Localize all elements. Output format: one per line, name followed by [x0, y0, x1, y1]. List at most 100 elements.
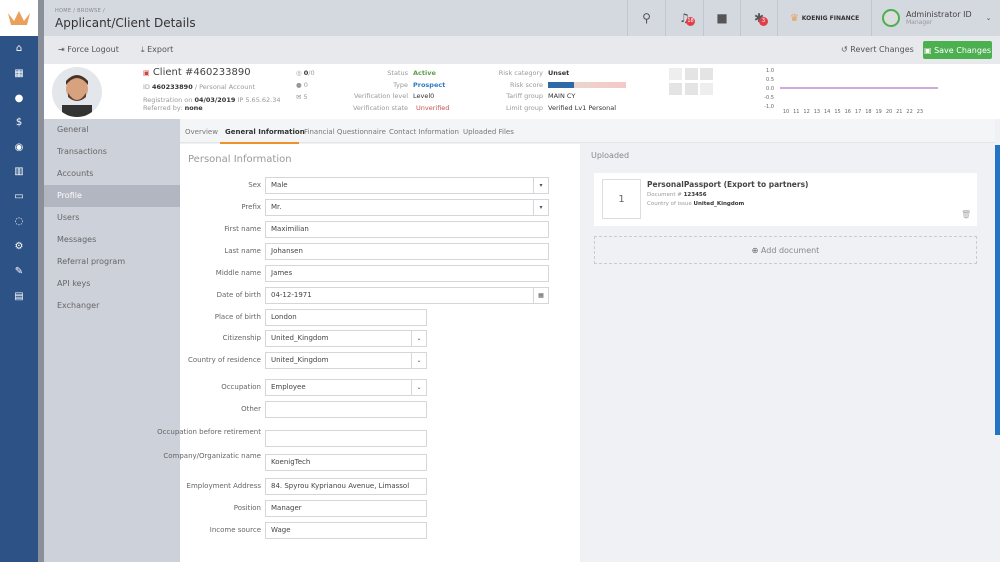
- save-changes-button[interactable]: ▣ Save Changes: [923, 41, 992, 59]
- tab-uploaded-files[interactable]: Uploaded Files: [463, 128, 514, 136]
- other-input[interactable]: [265, 401, 427, 418]
- field-value: United_Kingdom: [271, 334, 329, 342]
- chat-icon[interactable]: ◌: [0, 216, 38, 227]
- video-button[interactable]: ■: [703, 0, 740, 36]
- logo[interactable]: [0, 0, 38, 36]
- chevron-down-icon[interactable]: ▾: [533, 178, 548, 193]
- position-input[interactable]: Manager: [265, 500, 427, 517]
- sex-select[interactable]: Male ▾: [265, 177, 549, 194]
- notifications-badge: 18: [686, 17, 695, 26]
- x-tick-label: 21: [896, 109, 902, 115]
- type-label: Type: [393, 81, 408, 89]
- export-button[interactable]: ⤓ Export: [141, 45, 173, 55]
- country-of-residence-select[interactable]: United_Kingdom ⌄: [265, 352, 427, 369]
- chevron-down-icon[interactable]: ▾: [533, 200, 548, 215]
- field-value: Johansen: [271, 247, 303, 255]
- occupation-select[interactable]: Employee ⌄: [265, 379, 427, 396]
- notifications-button[interactable]: ♫ 18: [665, 0, 703, 36]
- field-value: Employee: [271, 383, 306, 391]
- field-value: Manager: [271, 504, 302, 512]
- search-button[interactable]: ⚲: [627, 0, 665, 36]
- country-of-residence-label: Country of residence: [188, 356, 261, 364]
- tab-general-information[interactable]: General Information: [225, 128, 305, 136]
- calendar-icon[interactable]: ▦: [533, 288, 548, 303]
- limit-label: Limit group: [505, 104, 543, 112]
- y-tick-label: 0.5: [766, 77, 774, 83]
- document-thumbnail[interactable]: 1: [602, 179, 641, 219]
- sidebar-item-general[interactable]: General: [44, 119, 180, 141]
- chevron-down-icon: ⌄: [985, 14, 992, 22]
- breadcrumb[interactable]: HOME / BROWSE /: [55, 8, 105, 14]
- date-of-birth-input[interactable]: 04-12-1971 ▦: [265, 287, 549, 304]
- link-icon[interactable]: [685, 68, 698, 80]
- card-icon[interactable]: ▭: [0, 191, 38, 202]
- tab-financial-questionnaire[interactable]: Financial Questionnaire: [304, 128, 386, 136]
- employment-address-label: Employment Address: [186, 482, 261, 490]
- risk-score-label: Risk score: [509, 81, 543, 89]
- verification-level-value: Level0: [413, 92, 435, 100]
- x-tick-label: 20: [886, 109, 892, 115]
- calculator-icon[interactable]: ▦: [0, 68, 38, 79]
- citizenship-select[interactable]: United_Kingdom ⌄: [265, 330, 427, 347]
- chevron-down-icon[interactable]: ⌄: [411, 380, 426, 395]
- trash-icon[interactable]: 🗑: [961, 210, 971, 219]
- force-logout-button[interactable]: ⇥ Force Logout: [58, 45, 119, 54]
- occupation-before-retirement-input[interactable]: [265, 430, 427, 447]
- risk-category-value: Unset: [548, 69, 570, 77]
- eye-icon[interactable]: ◉: [0, 142, 38, 153]
- field-value: United_Kingdom: [271, 356, 329, 364]
- sex-label: Sex: [248, 181, 261, 189]
- bank-icon[interactable]: [685, 83, 698, 95]
- x-tick-label: 23: [917, 109, 923, 115]
- page-title: Applicant/Client Details: [55, 16, 196, 30]
- cart-icon[interactable]: [700, 68, 713, 80]
- alerts-button[interactable]: ✱3: [740, 0, 777, 36]
- income-source-label: Income source: [209, 526, 261, 534]
- prefix-select[interactable]: Mr. ▾: [265, 199, 549, 216]
- place-of-birth-input[interactable]: London: [265, 309, 427, 326]
- verification-state-label: Verification state: [352, 104, 408, 112]
- user-menu[interactable]: Administrator ID Manager ⌄: [871, 0, 1000, 36]
- client-avatar: [52, 67, 102, 117]
- document-icon[interactable]: [700, 83, 713, 95]
- client-id: ID 460233890 / Personal Account: [143, 83, 256, 91]
- add-document-button[interactable]: ⊕ Add document: [594, 236, 977, 264]
- id-card-icon[interactable]: [669, 68, 682, 80]
- chevron-down-icon[interactable]: ⌄: [411, 331, 426, 346]
- chevron-down-icon[interactable]: ⌄: [411, 353, 426, 368]
- gear-icon[interactable]: [669, 83, 682, 95]
- keyboard-icon[interactable]: ▤: [0, 291, 38, 302]
- company-organizatic-name-label: Company/Organizatic name: [163, 452, 261, 460]
- stat-messages: ✉ 5: [296, 93, 308, 101]
- wrench-icon[interactable]: ✎: [0, 266, 38, 277]
- chart-icon[interactable]: ▥: [0, 166, 38, 177]
- search-icon: ⚲: [642, 11, 651, 25]
- revert-changes-button[interactable]: ↺ Revert Changes: [841, 45, 914, 54]
- x-tick-label: 17: [855, 109, 861, 115]
- middle-name-input[interactable]: James: [265, 265, 549, 282]
- company-organizatic-name-input[interactable]: KoenigTech: [265, 454, 427, 471]
- first-name-label: First name: [224, 225, 261, 233]
- document-number: Document # 123456: [647, 192, 707, 198]
- scrollbar[interactable]: [995, 145, 1000, 435]
- tab-contact-information[interactable]: Contact Information: [389, 128, 459, 136]
- field-value: 84. Spyrou Kyprianou Avenue, Limassol: [271, 482, 410, 490]
- income-source-input[interactable]: Wage: [265, 522, 427, 539]
- dollar-icon[interactable]: $: [0, 117, 38, 128]
- cogs-icon[interactable]: ⚙: [0, 241, 38, 252]
- home-icon[interactable]: ⌂: [0, 43, 38, 54]
- tab-overview[interactable]: Overview: [185, 128, 218, 136]
- limit-value: Verified Lv1 Personal: [548, 104, 617, 112]
- field-value: Wage: [271, 526, 291, 534]
- user-icon[interactable]: ●: [0, 93, 38, 104]
- brand-logo: ♛ KOENIG FINANCE: [777, 0, 871, 36]
- y-tick-label: -0.5: [764, 95, 774, 101]
- user-role: Manager: [906, 19, 933, 26]
- risk-score-bar: [548, 82, 626, 88]
- first-name-input[interactable]: Maximilian: [265, 221, 549, 238]
- last-name-input[interactable]: Johansen: [265, 243, 549, 260]
- sidebar-item-transactions[interactable]: Transactions: [44, 141, 180, 163]
- risk-category-label: Risk category: [498, 69, 543, 77]
- employment-address-input[interactable]: 84. Spyrou Kyprianou Avenue, Limassol: [265, 478, 427, 495]
- occupation-before-retirement-label: Occupation before retirement: [157, 428, 261, 436]
